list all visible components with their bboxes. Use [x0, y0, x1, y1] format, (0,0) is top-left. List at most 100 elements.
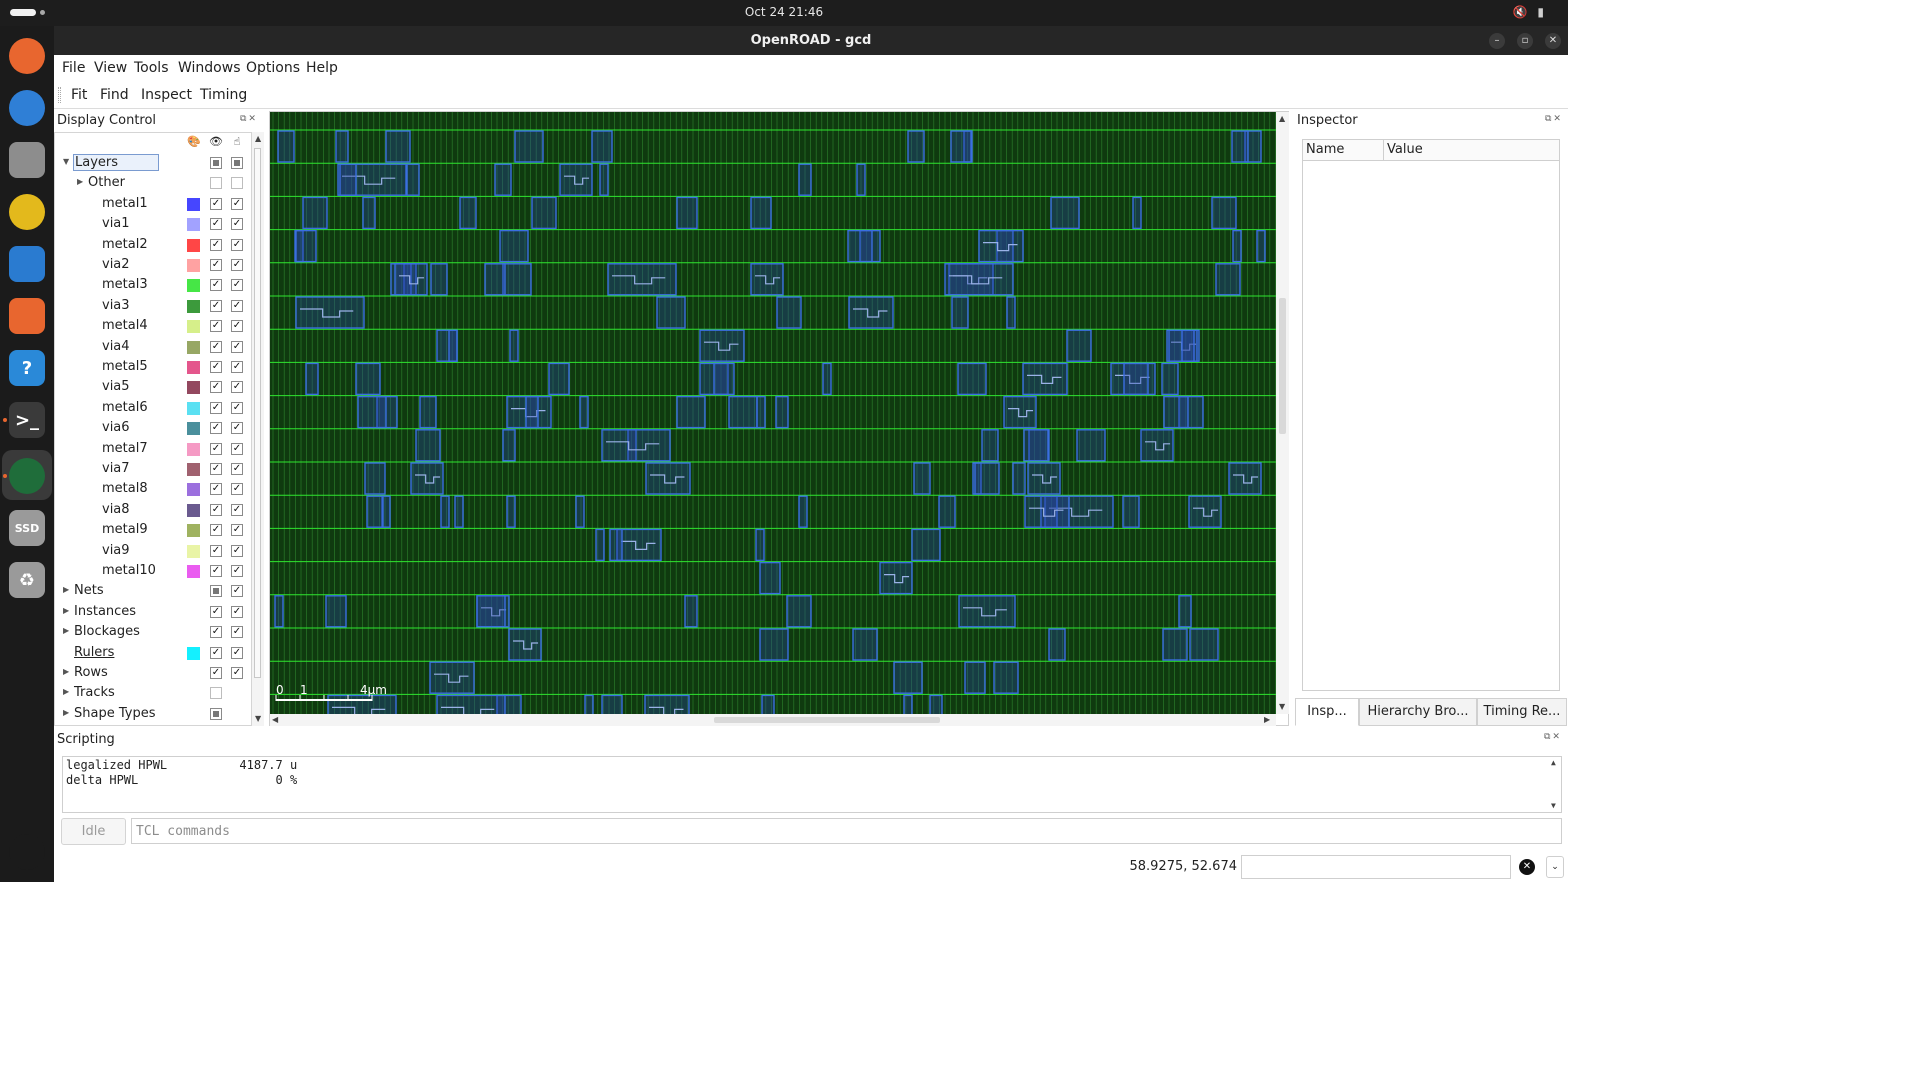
visible-checkbox[interactable]: ✓ [210, 259, 222, 271]
selectable-checkbox[interactable]: ✓ [231, 422, 243, 435]
selectable-checkbox[interactable]: ✓ [231, 401, 243, 414]
ubuntu-logo-icon[interactable] [9, 834, 45, 870]
selectable-checkbox[interactable]: ✓ [231, 503, 243, 516]
tree-row-via6[interactable]: via6 ✓ ✓ [55, 418, 251, 438]
tree-row-via4[interactable]: via4 ✓ ✓ [55, 337, 251, 357]
selectable-checkbox[interactable] [231, 177, 243, 190]
panel-float-close-icons[interactable]: ⧉✕ [1544, 732, 1562, 742]
status-input-field[interactable] [1241, 855, 1511, 879]
selectable-checkbox[interactable]: ✓ [231, 565, 243, 577]
scroll-down-arrow-icon[interactable]: ▼ [255, 714, 261, 723]
firefox-icon[interactable] [9, 38, 45, 74]
tree-row-metal6[interactable]: metal6 ✓ ✓ [55, 398, 251, 418]
tree-row-metal2[interactable]: metal2 ✓ ✓ [55, 235, 251, 255]
selectable-checkbox[interactable]: ✓ [231, 646, 243, 659]
visible-checkbox[interactable]: ✓ [210, 524, 222, 537]
visible-checkbox[interactable]: ✓ [210, 483, 222, 496]
chevron-right-icon[interactable]: ▶ [63, 708, 73, 717]
tree-row-metal10[interactable]: metal10 ✓ ✓ [55, 561, 251, 581]
selectable-checkbox[interactable]: ✓ [231, 238, 243, 251]
tree-row-nets[interactable]: ▶ Nets ✓ [55, 581, 251, 601]
battery-icon[interactable]: ▮ [1537, 5, 1554, 19]
files-icon[interactable] [9, 142, 45, 178]
layer-color-swatch[interactable] [187, 463, 200, 476]
tree-row-metal7[interactable]: metal7 ✓ ✓ [55, 439, 251, 459]
layout-horizontal-scroll-thumb[interactable] [714, 717, 940, 723]
visible-checkbox[interactable]: ✓ [210, 667, 222, 679]
tcl-command-input[interactable] [131, 818, 1562, 844]
fit-button[interactable]: Fit [71, 87, 87, 103]
menu-options[interactable]: Options [246, 60, 300, 76]
chevron-right-icon[interactable]: ▶ [63, 687, 73, 696]
inspector-table[interactable]: Name Value [1302, 139, 1560, 691]
tab-timing-report[interactable]: Timing Re... [1477, 698, 1567, 726]
menu-windows[interactable]: Windows [178, 60, 241, 76]
layer-color-swatch[interactable] [187, 422, 200, 436]
tree-row-blockages[interactable]: ▶ Blockages ✓ ✓ [55, 622, 251, 642]
openroad-icon[interactable] [9, 458, 45, 494]
tree-row-via1[interactable]: via1 ✓ ✓ [55, 214, 251, 234]
scroll-up-arrow-icon[interactable]: ▲ [1551, 758, 1556, 767]
visible-checkbox[interactable]: ✓ [210, 238, 222, 251]
maximize-icon[interactable]: ▫ [1517, 33, 1533, 49]
system-tray[interactable]: 🔇▮ [1512, 5, 1554, 19]
timing-button[interactable]: Timing [200, 87, 247, 103]
menu-help[interactable]: Help [306, 60, 338, 76]
layer-color-swatch[interactable] [187, 320, 200, 334]
selectable-checkbox[interactable]: ✓ [231, 259, 243, 271]
layer-color-swatch[interactable] [187, 340, 200, 354]
layer-color-swatch[interactable] [187, 524, 200, 538]
visible-checkbox[interactable]: ✓ [210, 503, 222, 516]
layer-color-swatch[interactable] [187, 259, 200, 272]
tab-hierarchy-browser[interactable]: Hierarchy Bro... [1359, 698, 1477, 726]
selectable-checkbox[interactable]: ✓ [231, 544, 243, 557]
visible-checkbox[interactable]: ✓ [210, 605, 222, 618]
visible-checkbox[interactable]: ✓ [210, 320, 222, 333]
selectable-checkbox[interactable]: ✓ [231, 197, 243, 210]
tree-row-metal8[interactable]: metal8 ✓ ✓ [55, 479, 251, 499]
selectable-checkbox[interactable]: ✓ [231, 340, 243, 353]
layer-color-swatch[interactable] [187, 279, 200, 293]
tree-row-via3[interactable]: via3 ✓ ✓ [55, 296, 251, 316]
visible-checkbox[interactable]: ✓ [210, 340, 222, 353]
inspect-button[interactable]: Inspect [141, 87, 192, 103]
tree-row-via5[interactable]: via5 ✓ ✓ [55, 377, 251, 397]
selectable-checkbox[interactable]: ✓ [231, 320, 243, 333]
visible-checkbox[interactable] [210, 585, 222, 598]
layer-color-swatch[interactable] [187, 442, 200, 456]
scroll-up-arrow-icon[interactable]: ▲ [1279, 114, 1285, 123]
visible-checkbox[interactable] [210, 177, 222, 190]
layer-color-swatch[interactable] [187, 299, 200, 313]
visible-checkbox[interactable] [210, 157, 222, 169]
layout-canvas[interactable]: 0 1 4μm [270, 112, 1276, 714]
chevron-right-icon[interactable]: ▶ [77, 177, 87, 186]
layer-color-swatch[interactable] [187, 197, 200, 211]
visible-checkbox[interactable]: ✓ [210, 422, 222, 435]
clock[interactable]: Oct 24 21:46 [0, 5, 1568, 19]
selectable-checkbox[interactable]: ✓ [231, 483, 243, 496]
selectable-checkbox[interactable]: ✓ [231, 524, 243, 537]
tree-row-metal9[interactable]: metal9 ✓ ✓ [55, 520, 251, 540]
selectable-checkbox[interactable]: ✓ [231, 442, 243, 455]
layout-horizontal-scrollbar[interactable]: ◀ ▶ [270, 714, 1276, 726]
chevron-down-icon[interactable]: ▼ [63, 157, 73, 166]
panel-float-close-icons[interactable]: ⧉✕ [1545, 114, 1563, 124]
layer-color-swatch[interactable] [187, 218, 200, 232]
layer-color-swatch[interactable] [187, 401, 200, 415]
selectable-checkbox[interactable]: ✓ [231, 605, 243, 618]
layer-color-swatch[interactable] [187, 361, 200, 374]
tree-row-rulers[interactable]: Rulers ✓ ✓ [55, 643, 251, 663]
column-separator[interactable] [1383, 140, 1384, 161]
app-center-icon[interactable] [9, 298, 45, 334]
visible-checkbox[interactable]: ✓ [210, 646, 222, 659]
selectable-checkbox[interactable]: ✓ [231, 279, 243, 292]
terminal-icon[interactable]: >_ [9, 402, 45, 438]
visible-checkbox[interactable]: ✓ [210, 463, 222, 475]
layer-color-swatch[interactable] [187, 544, 200, 558]
trash-icon[interactable]: ♻ [9, 562, 45, 598]
selectable-checkbox[interactable]: ✓ [231, 463, 243, 475]
volume-muted-icon[interactable]: 🔇 [1512, 5, 1537, 19]
tree-row-instances[interactable]: ▶ Instances ✓ ✓ [55, 602, 251, 622]
drive-icon[interactable]: SSD [9, 510, 45, 546]
rhythmbox-icon[interactable] [9, 194, 45, 230]
